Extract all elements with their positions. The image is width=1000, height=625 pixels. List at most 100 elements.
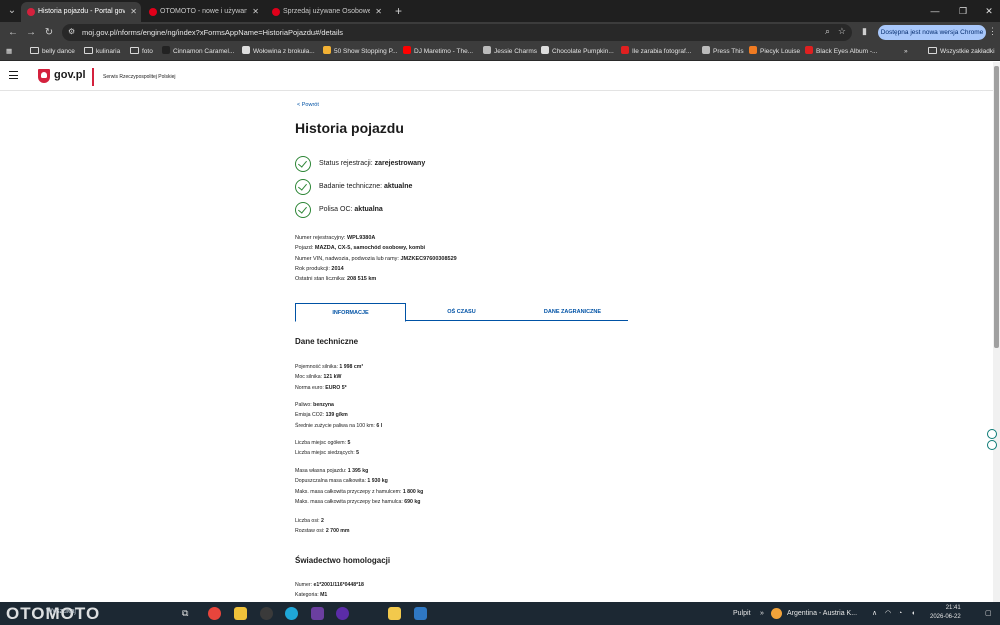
tab-search-icon[interactable]: ⌄	[4, 3, 20, 19]
minimize-button[interactable]: —	[922, 0, 948, 22]
restore-button[interactable]: ❐	[950, 0, 976, 22]
bookmark-item[interactable]: foto	[130, 43, 153, 60]
weather-icon[interactable]	[771, 608, 782, 619]
bookmark-item[interactable]: belly dance	[30, 43, 75, 60]
bookmark-label: Jessie Charms	[494, 48, 537, 55]
spec-value: 139 g/km	[325, 412, 348, 419]
site-favicon-icon	[403, 46, 411, 54]
spec-value: 690 kg	[404, 498, 421, 505]
zoom-icon[interactable]: ⌕	[825, 26, 830, 37]
taskbar-search-label: Wyszukaj	[46, 608, 76, 615]
browser-tab[interactable]: Sprzedaj używane Osobowe | O ✕	[266, 2, 386, 22]
store-app-icon[interactable]	[311, 607, 324, 620]
bookmark-item[interactable]: Ile zarabia fotograf...	[621, 43, 691, 60]
browser-tab-strip: ⌄ Historia pojazdu - Portal gov.pl ✕ OTOMO…	[0, 0, 1000, 22]
weather-label[interactable]: Argentina - Austria K...	[787, 602, 857, 625]
scrollbar-thumb[interactable]	[994, 66, 999, 348]
spec-line: Liczba miejsc ogółem: 5	[295, 440, 351, 446]
apps-grid-icon[interactable]: ▦	[6, 43, 12, 60]
bookmark-item[interactable]: Press This	[702, 43, 744, 60]
bookmark-item[interactable]: Cinnamon Caramel...	[162, 43, 234, 60]
status-value: zarejestrowany	[374, 160, 426, 167]
extensions-icon[interactable]: ▮	[862, 26, 867, 37]
bookmark-label: 50 Show Stopping P...	[334, 48, 398, 55]
spec-line: Maks. masa całkowita przyczepy bez hamul…	[295, 498, 421, 505]
page-viewport: gov.pl Serwis Rzeczypospolitej Polskiej …	[0, 62, 993, 602]
status-label: Status rejestracji: zarejestrowany	[319, 160, 426, 167]
homologation-section-title: Świadectwo homologacji	[295, 556, 391, 565]
tab-close-icon[interactable]: ✕	[252, 2, 259, 22]
more-menu-icon[interactable]: ⋮	[988, 26, 997, 37]
calendar-app-icon[interactable]	[234, 607, 247, 620]
browser-tab[interactable]: OTOMOTO - nowe i używane sa ✕	[143, 2, 263, 22]
edge-icon[interactable]	[285, 607, 298, 620]
forward-icon[interactable]: →	[24, 26, 38, 40]
bookmark-item[interactable]: Piecyk Louise	[749, 43, 800, 60]
spec-value: 5	[356, 450, 360, 457]
taskbar-clock[interactable]: 21:41 2026-06-22	[930, 604, 961, 622]
tab-dane-zagraniczne[interactable]: DANE ZAGRANICZNE	[517, 303, 628, 321]
bookmark-item[interactable]: Chocolate Pumpkin...	[541, 43, 614, 60]
new-tab-button[interactable]: +	[395, 2, 402, 20]
page-scrollbar[interactable]	[993, 62, 1000, 602]
tab-informacje[interactable]: INFORMACJE	[295, 303, 406, 322]
site-info-icon[interactable]: ⚙	[68, 27, 75, 36]
back-icon[interactable]: ←	[6, 26, 20, 40]
vehicle-info-value: 208 515 km	[346, 276, 377, 283]
spec-line: Liczba miejsc siedzących: 5	[295, 450, 360, 457]
volume-icon[interactable]: ◖	[911, 602, 915, 625]
bookmark-item[interactable]: Jessie Charms	[483, 43, 537, 60]
vehicle-info-line: Numer VIN, nadwozia, podwozia lub ramy: …	[295, 255, 457, 262]
reload-icon[interactable]: ↻	[42, 26, 56, 40]
url-text[interactable]: moj.gov.pl/nforms/engine/ng/index?xForms…	[82, 24, 343, 41]
file-explorer-icon[interactable]	[388, 607, 401, 620]
homologation-line: Numer: e1*2001/116*0448*18	[295, 582, 364, 588]
desktop-chevron-icon[interactable]: »	[760, 602, 764, 625]
bookmark-item[interactable]: DJ Maretimo - The...	[403, 43, 473, 60]
tab-close-icon[interactable]: ✕	[130, 2, 137, 22]
back-link[interactable]: < Powrót	[297, 102, 319, 108]
chrome-icon[interactable]	[208, 607, 221, 620]
menu-hamburger-icon[interactable]	[9, 71, 18, 79]
bookmark-star-icon[interactable]: ☆	[838, 26, 846, 37]
bookmark-item[interactable]: kulinaria	[84, 43, 120, 60]
accessibility-widget-icon[interactable]	[987, 440, 997, 450]
taskbar-search[interactable]: Wyszukaj	[30, 608, 76, 615]
clock-date: 2026-06-22	[930, 614, 961, 620]
desktop-label[interactable]: Pulpit	[733, 602, 751, 625]
omnibox[interactable]: ⚙ moj.gov.pl/nforms/engine/ng/index?xFor…	[62, 24, 852, 41]
bookmarks-bar: ▦ belly dance kulinaria foto Cinnamon Caram…	[0, 43, 1000, 61]
browser-tab[interactable]: Historia pojazdu - Portal gov.pl ✕	[21, 2, 141, 22]
wifi-icon[interactable]: ◔	[898, 602, 902, 625]
bookmark-item[interactable]: Wołowina z brokuła...	[242, 43, 315, 60]
tab-close-icon[interactable]: ✕	[375, 2, 382, 22]
site-favicon-icon	[483, 46, 491, 54]
bookmark-label: foto	[142, 48, 153, 55]
notifications-icon[interactable]: ▢	[985, 602, 992, 625]
polish-eagle-logo-icon[interactable]	[38, 69, 50, 83]
logo-divider	[92, 68, 94, 86]
settings-app-icon[interactable]	[260, 607, 273, 620]
bookmark-item[interactable]: Black Eyes Album -...	[805, 43, 877, 60]
accessibility-close-icon[interactable]	[987, 429, 997, 439]
tab-favicon-icon	[27, 8, 35, 16]
app-icon[interactable]	[336, 607, 349, 620]
close-window-button[interactable]: ✕	[976, 0, 1000, 22]
vehicle-info-line: Numer rejestracyjny: WPL9380A	[295, 235, 376, 241]
network-icon[interactable]: ◠	[885, 602, 891, 625]
status-label: Badanie techniczne: aktualne	[319, 183, 413, 190]
mail-app-icon[interactable]	[414, 607, 427, 620]
bookmarks-overflow-icon[interactable]: »	[904, 43, 908, 60]
all-bookmarks-folder[interactable]: Wszystkie zakładki	[928, 43, 995, 60]
tab-oś-czasu[interactable]: OŚ CZASU	[406, 303, 517, 321]
address-toolbar: ← → ↻ ⚙ moj.gov.pl/nforms/engine/ng/inde…	[0, 22, 1000, 43]
update-chrome-button[interactable]: Dostępna jest nowa wersja Chrome	[878, 25, 986, 40]
spec-value: 1 998 cm³	[339, 364, 364, 370]
task-view-icon[interactable]: ⧉	[182, 602, 188, 625]
windows-taskbar: OTOMOTO Wyszukaj ⧉ Pulpit » Argentina - …	[0, 602, 1000, 625]
spec-line: Maks. masa całkowita przyczepy z hamulce…	[295, 488, 424, 495]
gov-pl-logo[interactable]: gov.pl	[54, 69, 86, 81]
bookmark-item[interactable]: 50 Show Stopping P...	[323, 43, 397, 60]
tray-chevron-icon[interactable]: ∧	[872, 602, 877, 625]
bookmark-label: Piecyk Louise	[760, 48, 801, 55]
